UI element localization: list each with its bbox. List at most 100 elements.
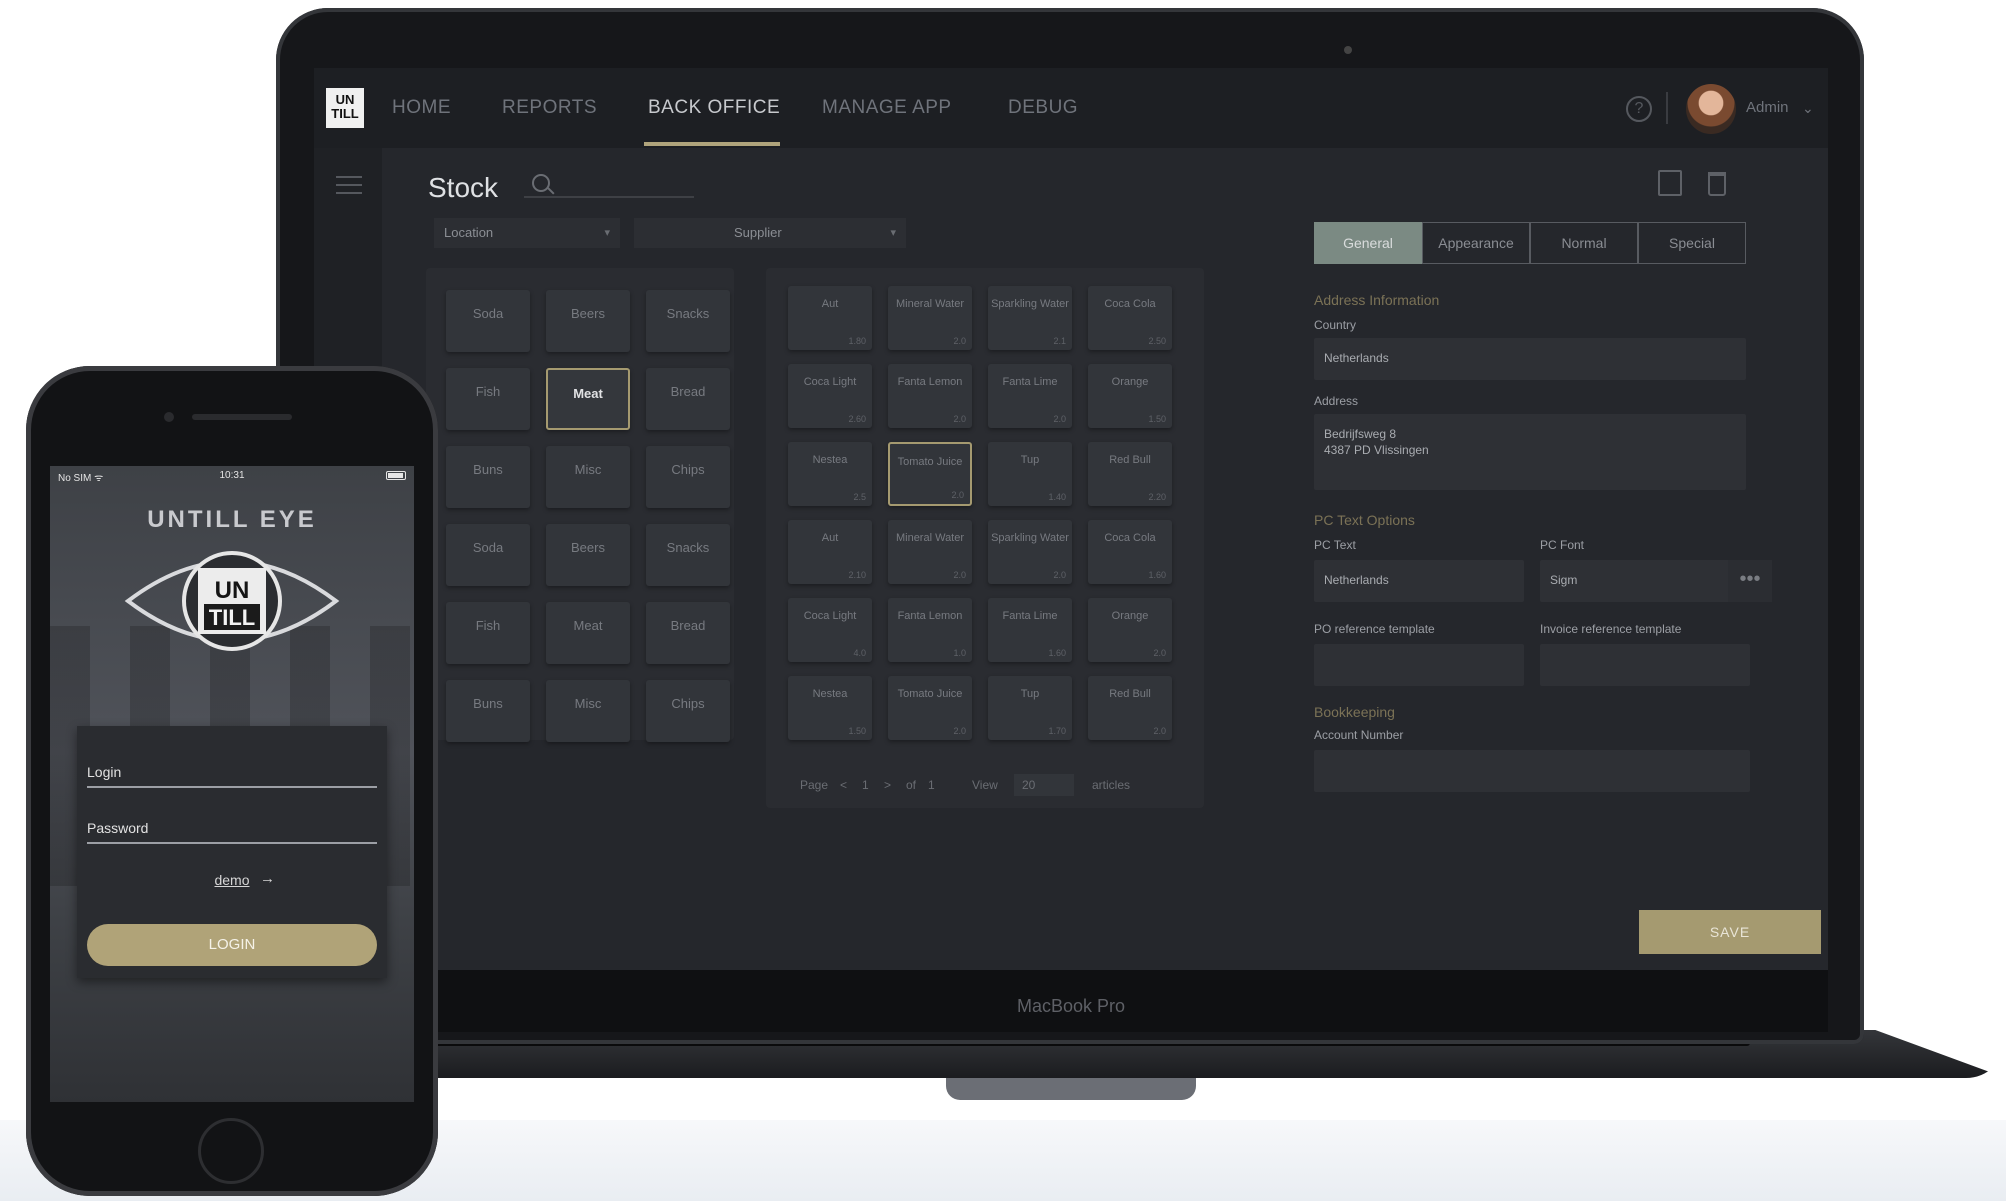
account-number-field[interactable]: [1314, 750, 1750, 792]
pager-prev-button[interactable]: <: [840, 778, 847, 792]
more-options-button[interactable]: •••: [1728, 560, 1772, 602]
phone-screen: No SIM ᯤ 10:31 UNTILL EYE UN TILL Login …: [50, 466, 414, 1102]
product-tile[interactable]: Mineral Water 2.0: [888, 520, 972, 584]
country-field[interactable]: Netherlands: [1314, 338, 1746, 380]
location-select[interactable]: Location ▾: [434, 218, 620, 248]
login-input[interactable]: [87, 786, 377, 788]
product-tile[interactable]: Aut 1.80: [788, 286, 872, 350]
group-tile-meat[interactable]: Meat: [546, 602, 630, 664]
search-icon[interactable]: [532, 174, 550, 192]
product-name: Orange: [1111, 610, 1149, 622]
tab-special[interactable]: Special: [1638, 222, 1746, 264]
pager-next-button[interactable]: >: [884, 778, 891, 792]
password-label: Password: [87, 820, 149, 836]
product-price: 2.20: [1148, 492, 1166, 502]
group-tile-buns[interactable]: Buns: [446, 446, 530, 508]
product-tile[interactable]: Tup 1.40: [988, 442, 1072, 506]
group-tile-soda[interactable]: Soda: [446, 290, 530, 352]
group-tile-fish[interactable]: Fish: [446, 368, 530, 430]
product-tile[interactable]: Red Bull 2.20: [1088, 442, 1172, 506]
login-button[interactable]: LOGIN: [87, 924, 377, 966]
group-tile-misc[interactable]: Misc: [546, 446, 630, 508]
trash-icon[interactable]: [1708, 172, 1726, 196]
tab-general[interactable]: General: [1314, 222, 1422, 264]
group-tile-bread[interactable]: Bread: [646, 368, 730, 430]
group-tile-chips[interactable]: Chips: [646, 680, 730, 742]
product-tile[interactable]: Fanta Lemon 1.0: [888, 598, 972, 662]
group-tile-snacks[interactable]: Snacks: [646, 290, 730, 352]
product-tile[interactable]: Aut 2.10: [788, 520, 872, 584]
group-label: Buns: [473, 696, 503, 711]
product-name: Orange: [1111, 376, 1149, 388]
search-input[interactable]: [524, 196, 694, 198]
pager-current-page[interactable]: 1: [862, 778, 869, 792]
group-tile-buns[interactable]: Buns: [446, 680, 530, 742]
supplier-select[interactable]: Supplier ▾: [634, 218, 906, 248]
po-reference-field[interactable]: [1314, 644, 1524, 686]
password-input[interactable]: [87, 842, 377, 844]
group-tile-fish[interactable]: Fish: [446, 602, 530, 664]
hamburger-menu-icon[interactable]: [336, 176, 362, 194]
nav-back-office[interactable]: BACK OFFICE: [648, 68, 780, 148]
group-tile-beers[interactable]: Beers: [546, 290, 630, 352]
save-button[interactable]: SAVE: [1639, 910, 1821, 954]
save-document-icon[interactable]: [1658, 170, 1682, 196]
group-tile-snacks[interactable]: Snacks: [646, 524, 730, 586]
nav-debug[interactable]: DEBUG: [1008, 68, 1078, 148]
group-tile-bread[interactable]: Bread: [646, 602, 730, 664]
phone-home-button[interactable]: [198, 1118, 264, 1184]
nav-reports[interactable]: REPORTS: [502, 68, 597, 148]
user-name[interactable]: Admin: [1746, 68, 1789, 148]
product-tile[interactable]: Nestea 1.50: [788, 676, 872, 740]
tab-appearance[interactable]: Appearance: [1422, 222, 1530, 264]
demo-link[interactable]: demo: [77, 872, 387, 888]
help-icon[interactable]: ?: [1626, 96, 1652, 122]
battery-icon: [386, 471, 406, 480]
invoice-reference-field[interactable]: [1540, 644, 1750, 686]
product-price: 1.70: [1048, 726, 1066, 736]
logo-text-bottom: TILL: [209, 605, 255, 630]
product-tile[interactable]: Sparkling Water 2.0: [988, 520, 1072, 584]
arrow-right-icon[interactable]: →: [260, 870, 275, 887]
nav-manage-app[interactable]: MANAGE APP: [822, 68, 952, 148]
group-tile-soda[interactable]: Soda: [446, 524, 530, 586]
chevron-down-icon[interactable]: ⌄: [1802, 68, 1814, 148]
po-reference-label: PO reference template: [1314, 622, 1435, 636]
product-tile[interactable]: Tup 1.70: [988, 676, 1072, 740]
group-tile-meat-selected[interactable]: Meat: [546, 368, 630, 430]
untill-logo[interactable]: UN TILL: [326, 88, 364, 128]
product-tile[interactable]: Coca Cola 1.60: [1088, 520, 1172, 584]
group-tile-misc[interactable]: Misc: [546, 680, 630, 742]
group-label: Misc: [574, 696, 602, 711]
product-tile[interactable]: Coca Light 4.0: [788, 598, 872, 662]
pc-text-field[interactable]: Netherlands: [1314, 560, 1524, 602]
laptop-camera: [1344, 46, 1352, 54]
pc-font-field[interactable]: Sigm: [1540, 560, 1750, 602]
nav-home[interactable]: HOME: [392, 68, 451, 148]
product-tile[interactable]: Tomato Juice 2.0: [888, 676, 972, 740]
product-tile[interactable]: Orange 2.0: [1088, 598, 1172, 662]
product-name: Tup: [1020, 688, 1040, 700]
product-tile[interactable]: Orange 1.50: [1088, 364, 1172, 428]
pager-view-select[interactable]: 20: [1014, 774, 1074, 796]
product-tile[interactable]: Nestea 2.5: [788, 442, 872, 506]
group-label: Buns: [473, 462, 503, 477]
product-tile[interactable]: Mineral Water 2.0: [888, 286, 972, 350]
user-avatar[interactable]: [1686, 84, 1736, 134]
product-tile[interactable]: Red Bull 2.0: [1088, 676, 1172, 740]
product-tile[interactable]: Fanta Lemon 2.0: [888, 364, 972, 428]
product-tile[interactable]: Sparkling Water 2.1: [988, 286, 1072, 350]
product-name: Aut: [821, 298, 839, 310]
product-tile-selected[interactable]: Tomato Juice 2.0: [888, 442, 972, 506]
phone-speaker: [192, 414, 292, 420]
address-field[interactable]: Bedrijfsweg 8 4387 PD Vlissingen: [1314, 414, 1746, 490]
tab-normal[interactable]: Normal: [1530, 222, 1638, 264]
group-tile-chips[interactable]: Chips: [646, 446, 730, 508]
group-tile-beers[interactable]: Beers: [546, 524, 630, 586]
pager-page-label: Page: [800, 778, 829, 792]
product-tile[interactable]: Coca Light 2.60: [788, 364, 872, 428]
product-tile[interactable]: Fanta Lime 1.60: [988, 598, 1072, 662]
laptop-notch: [946, 1078, 1196, 1100]
product-tile[interactable]: Fanta Lime 2.0: [988, 364, 1072, 428]
product-tile[interactable]: Coca Cola 2.50: [1088, 286, 1172, 350]
